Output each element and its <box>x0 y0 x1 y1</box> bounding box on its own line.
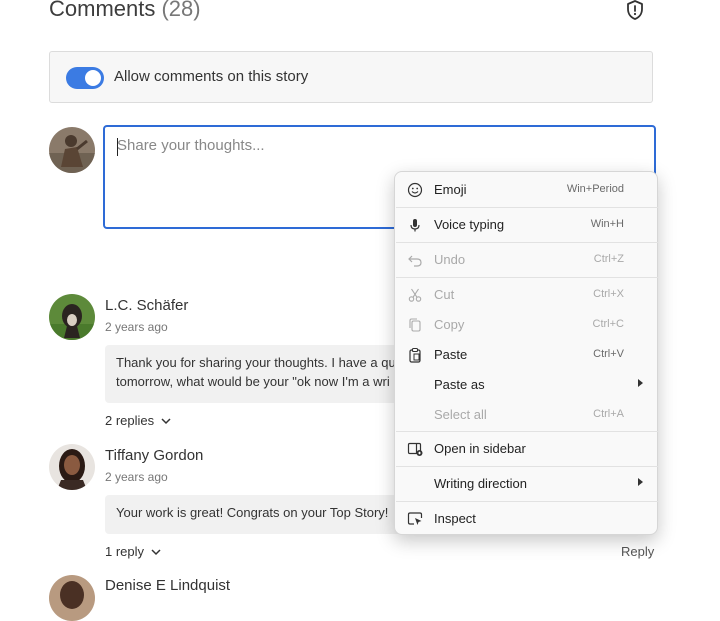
comments-title-text: Comments <box>49 0 156 21</box>
reply-button[interactable]: Reply <box>621 544 654 559</box>
menu-item-shortcut: Ctrl+V <box>593 348 624 360</box>
menu-item-shortcut: Ctrl+Z <box>593 253 624 265</box>
replies-toggle[interactable]: 2 replies <box>105 413 171 428</box>
toggle-knob <box>85 70 101 86</box>
menu-item-undo[interactable]: Undo Ctrl+Z <box>395 245 657 275</box>
menu-separator <box>396 501 658 502</box>
text-caret <box>117 138 118 156</box>
menu-item-writing-direction[interactable]: Writing direction <box>395 469 657 499</box>
scissors-icon <box>408 288 422 302</box>
comments-count: (28) <box>161 0 201 21</box>
comment-time: 2 years ago <box>105 320 168 334</box>
current-user-avatar <box>49 127 95 173</box>
menu-item-paste[interactable]: Paste Ctrl+V <box>395 340 657 370</box>
menu-item-label: Copy <box>434 317 465 332</box>
avatar <box>49 575 95 621</box>
chevron-right-icon <box>638 379 643 387</box>
menu-item-label: Undo <box>434 252 466 267</box>
comment-body: Thank you for sharing your thoughts. I h… <box>105 345 405 403</box>
menu-separator <box>396 466 658 467</box>
chevron-down-icon <box>161 418 171 425</box>
comment-line: Your work is great! Congrats on your Top… <box>116 505 389 520</box>
allow-comments-panel: Allow comments on this story <box>49 51 653 103</box>
menu-separator <box>396 277 658 278</box>
menu-item-shortcut: Ctrl+X <box>593 288 624 300</box>
menu-item-label: Inspect <box>434 511 476 526</box>
menu-item-label: Open in sidebar <box>434 441 526 456</box>
comment-input[interactable] <box>117 137 637 154</box>
chevron-right-icon <box>638 478 643 486</box>
menu-item-voice-typing[interactable]: Voice typing Win+H <box>395 210 657 240</box>
comment-time: 2 years ago <box>105 470 168 484</box>
replies-label: 1 reply <box>105 544 145 559</box>
menu-item-label: Cut <box>434 287 455 302</box>
menu-item-paste-as[interactable]: Paste as <box>395 370 657 400</box>
undo-icon <box>408 255 422 267</box>
allow-comments-label: Allow comments on this story <box>114 68 309 85</box>
comment-author[interactable]: L.C. Schäfer <box>105 297 188 314</box>
menu-item-label: Select all <box>434 407 487 422</box>
avatar <box>49 444 95 490</box>
comment-author[interactable]: Tiffany Gordon <box>105 447 203 464</box>
menu-item-select-all[interactable]: Select all Ctrl+A <box>395 400 657 430</box>
menu-item-emoji[interactable]: Emoji Win+Period <box>395 175 657 205</box>
copy-icon <box>409 318 421 332</box>
menu-item-label: Paste <box>434 347 468 362</box>
comment-line: Thank you for sharing your thoughts. I h… <box>116 355 396 370</box>
avatar <box>49 294 95 340</box>
menu-item-cut[interactable]: Cut Ctrl+X <box>395 280 657 310</box>
menu-item-shortcut: Win+Period <box>566 183 624 195</box>
comment-line: tomorrow, what would be your "ok now I'm… <box>116 374 390 389</box>
menu-item-shortcut: Ctrl+C <box>592 318 624 330</box>
menu-item-label: Emoji <box>434 182 467 197</box>
clipboard-icon <box>409 347 421 363</box>
replies-toggle[interactable]: 1 reply <box>105 544 161 559</box>
chevron-down-icon <box>151 549 161 556</box>
menu-item-shortcut: Ctrl+A <box>593 408 624 420</box>
microphone-icon <box>410 219 420 232</box>
menu-separator <box>396 431 658 432</box>
menu-item-open-in-sidebar[interactable]: Open in sidebar <box>395 434 657 464</box>
emoji-icon <box>407 182 423 198</box>
context-menu: Emoji Win+Period Voice typing Win+H Undo… <box>394 171 658 535</box>
comment-body: Your work is great! Congrats on your Top… <box>105 495 405 534</box>
menu-separator <box>396 207 658 208</box>
menu-item-label: Writing direction <box>434 476 527 491</box>
inspect-icon <box>407 512 423 525</box>
allow-comments-toggle[interactable] <box>66 67 104 89</box>
shield-icon[interactable] <box>624 0 646 21</box>
replies-label: 2 replies <box>105 413 155 428</box>
menu-item-label: Voice typing <box>434 217 505 232</box>
menu-separator <box>396 242 658 243</box>
sidebar-icon <box>407 442 423 456</box>
comments-title: Comments (28) <box>49 0 201 22</box>
menu-item-inspect[interactable]: Inspect <box>395 504 657 534</box>
menu-item-label: Paste as <box>434 377 485 392</box>
menu-item-shortcut: Win+H <box>590 218 624 230</box>
comment-author[interactable]: Denise E Lindquist <box>105 577 230 594</box>
menu-item-copy[interactable]: Copy Ctrl+C <box>395 310 657 340</box>
